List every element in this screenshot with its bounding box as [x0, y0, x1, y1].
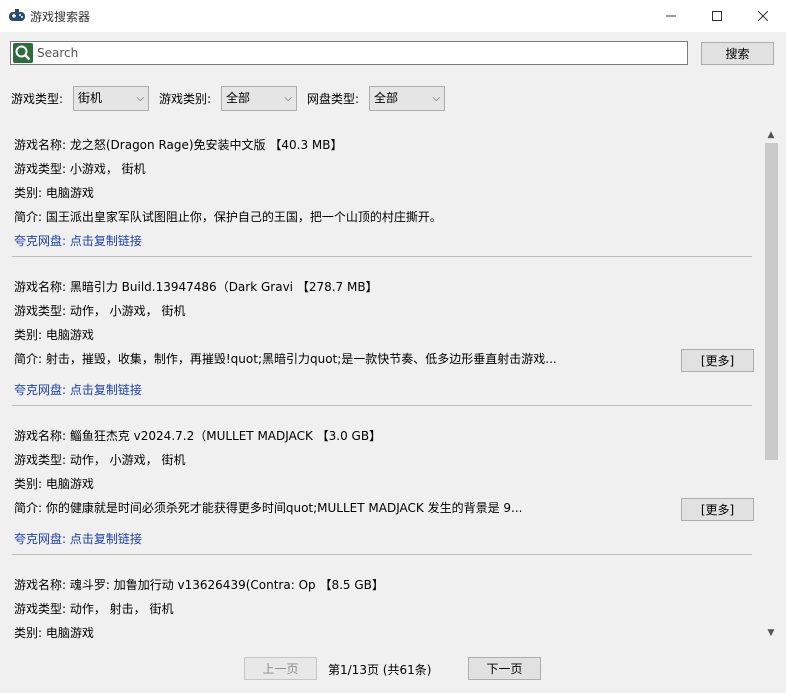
scrollbar-thumb[interactable]: [765, 143, 778, 460]
prev-page-button[interactable]: 上一页: [244, 657, 317, 680]
maximize-icon: [712, 11, 722, 21]
search-icon: [13, 43, 33, 63]
disk-type-label: 网盘类型:: [307, 92, 360, 106]
divider: [12, 405, 752, 406]
game-list: 游戏名称: 龙之怒(Dragon Rage)免安装中文版 【40.3 MB】 游…: [8, 126, 778, 644]
game-type-select[interactable]: 街机 ⌵: [73, 86, 149, 111]
game-category: 类别: 电脑游戏: [14, 626, 94, 640]
minimize-button[interactable]: [648, 0, 694, 32]
game-type: 游戏类型: 动作， 射击， 街机: [14, 602, 174, 616]
game-category-value: 全部: [226, 91, 251, 105]
game-type: 游戏类型: 动作， 小游戏， 街机: [14, 453, 186, 467]
maximize-button[interactable]: [694, 0, 740, 32]
disk-type-select[interactable]: 全部 ⌵: [369, 86, 445, 111]
game-type-value: 街机: [78, 91, 103, 105]
game-category-select[interactable]: 全部 ⌵: [221, 86, 297, 111]
title-bar: 游戏搜索器: [0, 0, 786, 32]
divider: [12, 554, 752, 555]
copy-link[interactable]: 夸克网盘: 点击复制链接: [14, 530, 142, 547]
more-button[interactable]: [更多]: [681, 498, 754, 521]
game-type: 游戏类型: 动作， 小游戏， 街机: [14, 304, 186, 318]
game-type-label: 游戏类型:: [11, 92, 64, 106]
scroll-up-icon[interactable]: ▲: [764, 128, 778, 142]
game-name: 游戏名称: 黑暗引力 Build.13947486（Dark Gravi 【27…: [14, 280, 378, 294]
chevron-down-icon: ⌵: [284, 93, 292, 104]
game-intro: 简介: 射击，摧毁，收集，制作，再摧毁!quot;黑暗引力quot;是一款快节奏…: [14, 352, 557, 366]
game-name: 游戏名称: 龙之怒(Dragon Rage)免安装中文版 【40.3 MB】: [14, 138, 343, 152]
game-category: 类别: 电脑游戏: [14, 477, 94, 491]
minimize-icon: [666, 15, 676, 17]
game-type: 游戏类型: 小游戏， 街机: [14, 162, 146, 176]
copy-link[interactable]: 夸克网盘: 点击复制链接: [14, 381, 142, 398]
game-name: 游戏名称: 魂斗罗: 加鲁加行动 v13626439(Contra: Op 【8…: [14, 578, 384, 592]
game-intro: 简介: 你的健康就是时间必须杀死才能获得更多时间quot;MULLET MADJ…: [14, 501, 523, 515]
window-title: 游戏搜索器: [30, 10, 91, 24]
disk-type-value: 全部: [374, 91, 399, 105]
game-name: 游戏名称: 鲻鱼狂杰克 v2024.7.2（MULLET MADJACK 【3.…: [14, 429, 382, 443]
game-category-label: 游戏类别:: [159, 92, 212, 106]
page-info: 第1/13页 (共61条): [328, 663, 432, 677]
next-page-button[interactable]: 下一页: [468, 657, 541, 680]
game-intro: 简介: 国王派出皇家军队试图阻止你，保护自己的王国，把一个山顶的村庄撕开。: [14, 210, 442, 224]
more-button[interactable]: [更多]: [681, 349, 754, 372]
search-button[interactable]: 搜索: [701, 42, 774, 65]
gamepad-icon: [9, 9, 25, 21]
scroll-down-icon[interactable]: ▼: [764, 626, 778, 640]
chevron-down-icon: ⌵: [432, 93, 440, 104]
close-icon: [758, 11, 768, 21]
close-button[interactable]: [740, 0, 786, 32]
divider: [12, 256, 752, 257]
chevron-down-icon: ⌵: [136, 93, 144, 104]
copy-link[interactable]: 夸克网盘: 点击复制链接: [14, 232, 142, 249]
magnifier-icon: [15, 45, 31, 61]
search-input[interactable]: [37, 42, 682, 64]
search-box: [10, 41, 688, 65]
game-category: 类别: 电脑游戏: [14, 186, 94, 200]
game-category: 类别: 电脑游戏: [14, 328, 94, 342]
